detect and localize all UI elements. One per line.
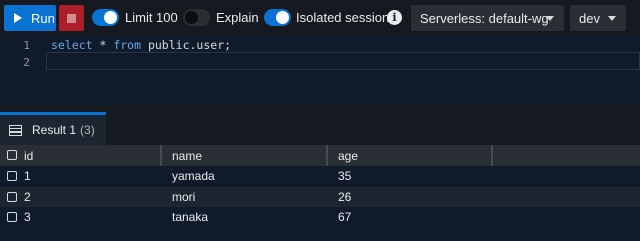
column-header-label: age <box>338 148 359 163</box>
explain-toggle[interactable] <box>183 9 210 26</box>
column-header-label: id <box>24 148 34 163</box>
query-toolbar: Run Limit 100 Explain Isolated session i… <box>0 0 640 35</box>
workgroup-value: Serverless: default-wg <box>420 10 549 26</box>
table-cell: yamada <box>172 169 215 184</box>
run-button[interactable]: Run <box>4 5 56 31</box>
tab-label: Result 1 (3) <box>32 123 95 137</box>
table-cell: mori <box>172 189 196 204</box>
line-number: 1 <box>23 39 30 52</box>
sql-keyword: select <box>51 38 93 52</box>
table-row[interactable]: 3 tanaka 67 <box>0 207 640 228</box>
sql-editor[interactable]: 1 select * from public.user; 2 <box>0 35 640 105</box>
isolated-session-label: Isolated session <box>296 10 390 25</box>
workgroup-select[interactable]: Serverless: default-wg <box>411 5 564 31</box>
isolated-session-toggle[interactable] <box>264 9 291 26</box>
active-line-highlight <box>46 52 640 70</box>
chevron-down-icon <box>546 16 554 21</box>
table-row[interactable]: 2 mori 26 <box>0 186 640 207</box>
database-value: dev <box>579 10 600 26</box>
table-cell: 1 <box>24 169 31 184</box>
tab-result-1[interactable]: Result 1 (3) <box>0 112 106 145</box>
column-header-id[interactable]: id <box>24 145 162 166</box>
sql-keyword: from <box>113 38 142 52</box>
table-cell: 26 <box>338 189 352 204</box>
row-checkbox[interactable] <box>7 191 17 202</box>
column-header-age[interactable]: age <box>338 145 493 166</box>
limit-toggle[interactable] <box>92 9 119 26</box>
stop-icon <box>67 14 76 23</box>
code-text: public.user; <box>141 38 232 52</box>
table-row[interactable]: 1 yamada 35 <box>0 166 640 187</box>
results-tabbar: Result 1 (3) <box>0 112 640 145</box>
row-checkbox[interactable] <box>7 171 17 181</box>
table-cell: 67 <box>338 210 352 225</box>
table-header-row: id name age <box>0 145 640 166</box>
stop-button[interactable] <box>59 5 84 31</box>
table-cell: 2 <box>24 189 31 204</box>
chevron-down-icon <box>608 16 616 21</box>
database-select[interactable]: dev <box>570 5 626 31</box>
run-button-label: Run <box>31 10 55 26</box>
tab-title: Result 1 <box>32 123 77 137</box>
results-table: id name age 1 yamada 35 2 mori 26 3 tana… <box>0 145 640 228</box>
line-number: 2 <box>23 56 30 69</box>
table-cell: 3 <box>24 210 31 225</box>
info-icon[interactable]: i <box>387 10 402 25</box>
code-line-1[interactable]: select * from public.user; <box>51 38 231 52</box>
column-header-name[interactable]: name <box>172 145 328 166</box>
code-text: * <box>92 38 114 52</box>
table-cell: 35 <box>338 169 352 184</box>
column-header-label: name <box>172 148 203 163</box>
explain-label: Explain <box>216 10 259 25</box>
table-icon <box>9 124 22 136</box>
row-checkbox[interactable] <box>7 212 17 222</box>
play-icon <box>14 13 22 23</box>
table-cell: tanaka <box>172 210 209 225</box>
select-all-checkbox[interactable] <box>7 150 17 160</box>
limit-label: Limit 100 <box>125 10 178 25</box>
result-count: (3) <box>80 123 95 137</box>
